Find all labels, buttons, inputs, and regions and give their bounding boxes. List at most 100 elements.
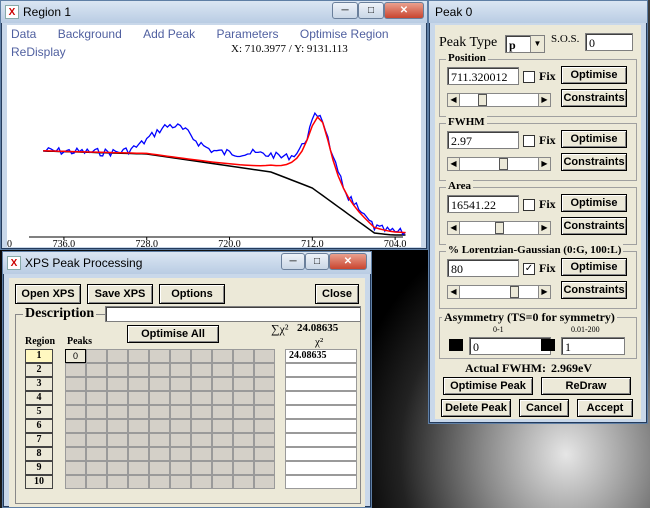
save-xps-button[interactable]: Save XPS [87,284,153,304]
peak-cell[interactable] [191,363,212,377]
peak-cell[interactable] [86,475,107,489]
fwhm-fix-checkbox[interactable] [523,135,535,147]
peak-cell[interactable] [107,377,128,391]
arrow-left-icon[interactable]: ◀ [448,286,460,298]
peak-cell[interactable] [128,405,149,419]
region-button-8[interactable]: 8 [25,447,53,461]
peak-cell[interactable] [233,475,254,489]
peak-cell[interactable] [107,461,128,475]
lorentzian-gaussian-slider-thumb[interactable] [510,286,519,298]
peak-cell[interactable] [233,391,254,405]
arrow-left-icon[interactable]: ◀ [448,222,460,234]
minimize-button[interactable]: ─ [281,253,305,270]
menu-data[interactable]: Data [11,27,36,41]
peak-cell[interactable] [233,377,254,391]
lorentzian-gaussian-field[interactable]: 80 [447,259,519,277]
arrow-right-icon[interactable]: ▶ [538,222,550,234]
menu-background[interactable]: Background [58,27,122,41]
peak-cell[interactable] [107,363,128,377]
peak-cell[interactable] [128,349,149,363]
peak-cell[interactable] [233,349,254,363]
peak-cell[interactable] [65,461,86,475]
processing-titlebar[interactable]: X XPS Peak Processing ─ □ ✕ [3,252,371,274]
peak-cell[interactable] [149,475,170,489]
region-button-2[interactable]: 2 [25,363,53,377]
fwhm-constraints-button[interactable]: Constraints [561,153,627,171]
peak-cell[interactable] [107,349,128,363]
close-button[interactable]: ✕ [384,2,424,19]
region-button-5[interactable]: 5 [25,405,53,419]
asym-color-swatch-1[interactable] [449,339,463,351]
peak-cell[interactable] [149,349,170,363]
peak-cell[interactable] [170,391,191,405]
fwhm-field[interactable]: 2.97 [447,131,519,149]
peak-cell[interactable] [170,461,191,475]
peak-cell[interactable] [107,475,128,489]
peak-cell[interactable] [254,461,275,475]
delete-peak-button[interactable]: Delete Peak [441,399,511,417]
peak-cell[interactable] [128,377,149,391]
peak-cell[interactable] [170,405,191,419]
peak-cell[interactable] [191,433,212,447]
peak-cell[interactable] [233,363,254,377]
peak-cell[interactable] [107,433,128,447]
peak-cell[interactable] [149,363,170,377]
peak-cell[interactable] [65,363,86,377]
peak-cell[interactable] [191,475,212,489]
peak-cell[interactable] [212,377,233,391]
peak-cell[interactable] [254,419,275,433]
peak-cell[interactable] [170,377,191,391]
area-slider[interactable]: ◀ ▶ [447,221,551,235]
peak-cell[interactable] [86,391,107,405]
peak-cell[interactable] [212,349,233,363]
fwhm-slider[interactable]: ◀ ▶ [447,157,551,171]
optimise-peak-button[interactable]: Optimise Peak [443,377,533,395]
region-button-4[interactable]: 4 [25,391,53,405]
peak-cell[interactable] [128,447,149,461]
peak-cell[interactable] [254,391,275,405]
open-xps-button[interactable]: Open XPS [15,284,81,304]
lorentzian-gaussian-slider[interactable]: ◀ ▶ [447,285,551,299]
peak-cell[interactable] [191,447,212,461]
peak-cell[interactable] [191,405,212,419]
redraw-button[interactable]: ReDraw [541,377,631,395]
peak-cell[interactable] [65,419,86,433]
region-button-3[interactable]: 3 [25,377,53,391]
menu-optimise-region[interactable]: Optimise Region [300,27,389,41]
region-button-1[interactable]: 1 [25,349,53,363]
peak-cell[interactable] [191,349,212,363]
peak-cell[interactable] [170,433,191,447]
peak-cell[interactable] [212,363,233,377]
peak-cell[interactable] [107,447,128,461]
position-optimise-button[interactable]: Optimise [561,66,627,84]
lorentzian-gaussian-constraints-button[interactable]: Constraints [561,281,627,299]
peak-cell[interactable] [233,447,254,461]
peak-cell[interactable] [212,405,233,419]
peak-cell[interactable] [212,419,233,433]
position-slider[interactable]: ◀ ▶ [447,93,551,107]
peak-cell[interactable] [149,405,170,419]
arrow-right-icon[interactable]: ▶ [538,158,550,170]
region-button-10[interactable]: 10 [25,475,53,489]
menu-parameters[interactable]: Parameters [216,27,278,41]
region-button-7[interactable]: 7 [25,433,53,447]
lorentzian-gaussian-fix-checkbox[interactable]: ✓ [523,263,535,275]
peak-cell[interactable] [254,363,275,377]
position-field[interactable]: 711.320012 [447,67,519,85]
peak-cell[interactable] [233,433,254,447]
chevron-down-icon[interactable]: ▼ [530,36,544,52]
peak-cell[interactable] [128,391,149,405]
peak-cell[interactable] [212,433,233,447]
peak-cell[interactable] [86,349,107,363]
region-titlebar[interactable]: X Region 1 ─ □ ✕ [1,1,427,23]
peak-type-select[interactable]: p ▼ [505,35,545,53]
peak-cell[interactable] [212,475,233,489]
peak-cell[interactable]: 0 [65,349,86,363]
peak-titlebar[interactable]: Peak 0 [429,1,647,23]
peak-cell[interactable] [86,363,107,377]
area-fix-checkbox[interactable] [523,199,535,211]
peak-cell[interactable] [149,419,170,433]
position-slider-thumb[interactable] [478,94,487,106]
region-button-6[interactable]: 6 [25,419,53,433]
peak-cell[interactable] [212,391,233,405]
